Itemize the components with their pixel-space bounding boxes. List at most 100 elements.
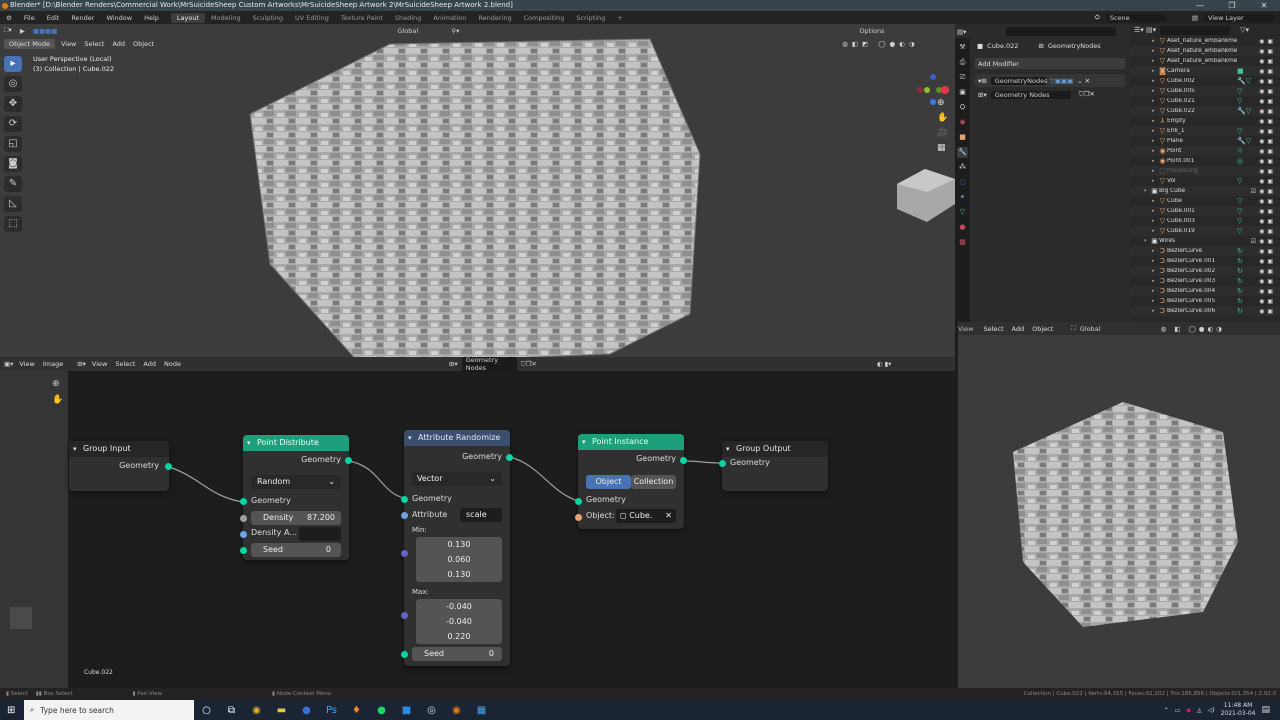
ortho-toggle-icon[interactable]: ▦ — [937, 143, 948, 153]
annotate-tool-icon[interactable]: ✎ — [4, 176, 22, 192]
taskbar-search[interactable]: ⌕ Type here to search — [24, 700, 194, 720]
min-socket[interactable] — [401, 550, 408, 557]
menu-edit[interactable]: Edit — [41, 14, 66, 22]
distribute-mode-dropdown[interactable]: Random ⌄ — [251, 475, 341, 489]
vp2-menu-add[interactable]: Add — [1012, 325, 1025, 333]
scale-tool-icon[interactable]: ◱ — [4, 136, 22, 152]
notifications-icon[interactable]: ▤ — [1261, 705, 1270, 715]
modifier-remove-icon[interactable]: ⌄ ✕ — [1077, 77, 1090, 85]
tray-chevron-icon[interactable]: ⌃ — [1164, 707, 1169, 714]
file-explorer-icon[interactable]: ▬ — [269, 705, 294, 716]
maximize-button[interactable]: ❐ — [1216, 0, 1248, 11]
transform-orientation[interactable]: Global — [397, 27, 437, 35]
outliner-item[interactable]: ▾ ▣ Wires ☑◉▣ — [1130, 236, 1280, 246]
collapse-modifier-icon[interactable]: ▾⊞ — [978, 77, 987, 85]
visibility-toggle-icons[interactable]: ◉▣ — [1259, 58, 1276, 65]
vp-menu-object[interactable]: Object — [133, 40, 154, 48]
modifier-tab-icon[interactable]: 🔧 — [957, 147, 968, 158]
blender-menu-icon[interactable]: ⚙ — [0, 14, 18, 22]
app-icon[interactable]: ● — [294, 705, 319, 716]
tool-tab-icon[interactable]: ⚒ — [957, 42, 968, 53]
workspace-tab-shading[interactable]: Shading — [389, 13, 427, 23]
minimize-button[interactable]: — — [1184, 0, 1216, 11]
object-tab-icon[interactable]: ■ — [957, 132, 968, 143]
node-menu-select[interactable]: Select — [115, 360, 135, 368]
world-tab-icon[interactable]: ◉ — [957, 117, 968, 128]
cortana-icon[interactable]: ○ — [194, 705, 219, 716]
image-menu-image[interactable]: Image — [43, 360, 63, 368]
outliner-item[interactable]: ▸ ▽ Plane 🔧▽ ◉▣ — [1130, 136, 1280, 146]
outliner-item[interactable]: ▸▽Aset_nature_embankment_◉▣ — [1130, 46, 1280, 56]
visibility-toggle-icons[interactable]: ◉▣ — [1259, 138, 1276, 145]
clock[interactable]: 11:48 AM 2021-03-04 — [1221, 702, 1256, 718]
workspace-tab-sculpting[interactable]: Sculpting — [247, 13, 289, 23]
outliner-item[interactable]: ▸ ▽ Cube.002 🔧▽ ◉▣ — [1130, 76, 1280, 86]
outliner-item[interactable]: ▸▽Aset_nature_embankment_◉▣ — [1130, 36, 1280, 46]
node-menu-add[interactable]: Add — [143, 360, 156, 368]
outliner-item[interactable]: ▸ ▽ Vol ▽ ◉▣ — [1130, 176, 1280, 186]
min-z[interactable]: 0.130 — [416, 567, 502, 582]
visibility-toggle-icons[interactable]: ◉▣ — [1259, 88, 1276, 95]
outliner-item[interactable]: ▸ ▽ Cube ▽ ◉▣ — [1130, 196, 1280, 206]
photos-icon[interactable]: ▦ — [469, 705, 494, 716]
object-mode-dropdown[interactable]: Object Mode — [4, 38, 55, 49]
zoom-view-icon[interactable]: ⊕ — [937, 98, 948, 108]
max-vector-field[interactable]: -0.040 -0.040 0.220 — [416, 599, 502, 644]
image-menu-view[interactable]: View — [19, 360, 34, 368]
node-menu-view[interactable]: View — [92, 360, 107, 368]
tray-app-icon[interactable]: ◆ — [1186, 707, 1191, 714]
properties-search-input[interactable] — [1006, 27, 1117, 36]
outliner-item[interactable]: ▸ ▽ Cube.022 🔧▽ ◉▣ — [1130, 106, 1280, 116]
visibility-toggle-icons[interactable]: ◉▣ — [1259, 108, 1276, 115]
outliner-item[interactable]: ▸ ▽ Erik_1 ▽ ◉▣ — [1130, 126, 1280, 136]
seed-field[interactable]: Seed 0 — [251, 543, 341, 557]
outliner-item[interactable]: ▸ Ↄ BezierCurve.002 ↻ ◉▣ — [1130, 266, 1280, 276]
menu-render[interactable]: Render — [65, 14, 100, 22]
select-mode-icons[interactable]: ■■■■ — [33, 27, 58, 35]
object-socket[interactable] — [575, 514, 582, 521]
vp2-menu-object[interactable]: Object — [1032, 325, 1053, 333]
max-socket[interactable] — [401, 612, 408, 619]
visibility-toggle-icons[interactable]: ◉▣ — [1259, 198, 1276, 205]
image-zoom-icon[interactable]: ⊕ — [52, 379, 60, 389]
workspace-tab-compositing[interactable]: Compositing — [518, 13, 571, 23]
outliner-item[interactable]: ▸ ◉ Point ☼ ◉▣ — [1130, 146, 1280, 156]
node-menu-node[interactable]: Node — [164, 360, 181, 368]
vp-menu-select[interactable]: Select — [84, 40, 104, 48]
visibility-toggle-icons[interactable]: ◉▣ — [1259, 158, 1276, 165]
output-geometry-socket[interactable] — [165, 463, 172, 470]
min-y[interactable]: 0.060 — [416, 552, 502, 567]
density-field[interactable]: Density 87.200 — [251, 511, 341, 525]
outliner-item[interactable]: ▸ Ↄ BezierCurve.003 ↻ ◉▣ — [1130, 276, 1280, 286]
node-attribute-randomize[interactable]: Attribute Randomize Geometry Vector ⌄ Geo… — [401, 430, 513, 666]
visibility-toggle-icons[interactable]: ◉▣ — [1259, 148, 1276, 155]
visibility-toggle-icons[interactable]: ◉▣ — [1259, 98, 1276, 105]
select-tool-icon[interactable]: ▶ — [20, 27, 25, 35]
add-workspace-button[interactable]: + — [611, 13, 628, 23]
min-vector-field[interactable]: 0.130 0.060 0.130 — [416, 537, 502, 582]
vp-menu-add[interactable]: Add — [112, 40, 125, 48]
outliner-item[interactable]: ▸ ◙ Camera ■ ◉▣ — [1130, 66, 1280, 76]
visibility-toggle-icons[interactable]: ◉▣ — [1259, 168, 1276, 175]
seed-field[interactable]: Seed 0 — [412, 647, 502, 661]
image-editor-type-icon[interactable]: ▣▾ — [4, 360, 13, 368]
workspace-tab-rendering[interactable]: Rendering — [472, 13, 517, 23]
node-editor-toggles-icons[interactable]: ◐ ▮▾ — [877, 360, 892, 368]
modifier-name-input[interactable]: GeometryNodes — [990, 76, 1047, 85]
viewport-shading-icons[interactable]: ◍◧◩ ◯●◐◑ — [842, 40, 918, 48]
visibility-toggle-icons[interactable]: ◉▣ — [1259, 78, 1276, 85]
3d-viewport[interactable]: ⛶▾ ▶ ■■■■ Global ⚲▾ Options Object Mode … — [0, 24, 955, 357]
material-tab-icon[interactable]: ● — [957, 222, 968, 233]
menu-help[interactable]: Help — [138, 14, 165, 22]
secondary-3d-viewport[interactable]: View Select Add Object ⛶ Global ◍ ◧ ◯●◐◑ — [958, 322, 1280, 688]
options-dropdown[interactable]: Options — [859, 27, 884, 35]
rotate-tool-icon[interactable]: ⟳ — [4, 116, 22, 132]
physics-tab-icon[interactable]: ◌ — [957, 177, 968, 188]
visibility-toggle-icons[interactable]: ◉▣ — [1259, 178, 1276, 185]
input-geometry-socket[interactable] — [575, 498, 582, 505]
vp-menu-view[interactable]: View — [61, 40, 76, 48]
transform-tool-icon[interactable]: ◙ — [4, 156, 22, 172]
scene-selector[interactable]: Scene — [1105, 13, 1166, 22]
menu-file[interactable]: File — [18, 14, 41, 22]
node-group-output[interactable]: Group Output Geometry — [719, 441, 828, 491]
